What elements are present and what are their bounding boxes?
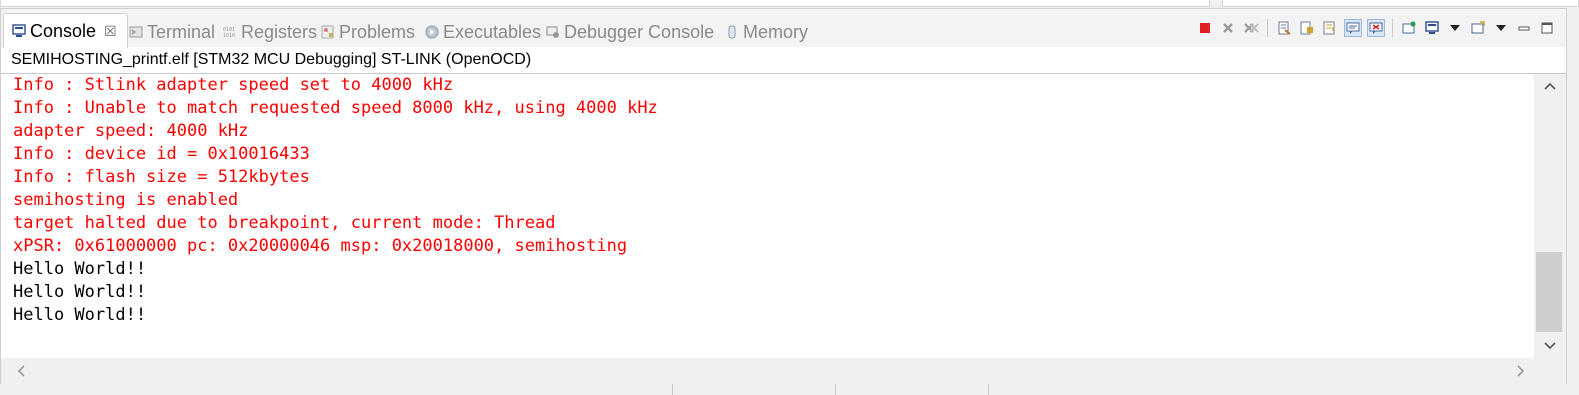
scroll-down-icon[interactable] [1534, 334, 1566, 358]
memory-icon [728, 25, 736, 39]
tab-registers-label: Registers [241, 21, 318, 42]
tab-debugger-console[interactable]: Debugger Console [546, 17, 714, 47]
tab-debugger-console-label: Debugger Console [564, 21, 715, 42]
console-line: Info : device id = 0x10016433 [13, 144, 310, 164]
scroll-lock-icon[interactable] [1298, 19, 1316, 37]
console-line: semihosting is enabled [13, 190, 239, 210]
tab-terminal[interactable]: Terminal [129, 17, 215, 47]
maximize-icon[interactable] [1538, 19, 1556, 37]
launch-title: SEMIHOSTING_printf.elf [STM32 MCU Debugg… [11, 51, 532, 68]
console-text-area[interactable]: Info : Stlink adapter speed set to 4000 … [1, 74, 1535, 327]
scroll-right-icon[interactable] [1507, 358, 1535, 384]
bottom-strip [0, 384, 1579, 395]
console-line: adapter speed: 4000 kHz [13, 121, 249, 141]
show-on-stdout-icon[interactable] [1344, 19, 1362, 37]
close-icon[interactable]: ☒ [104, 23, 117, 40]
show-on-stderr-icon[interactable] [1367, 19, 1385, 37]
clear-console-icon[interactable] [1275, 19, 1293, 37]
top-strip [0, 0, 1579, 8]
pin-console-icon[interactable] [1400, 19, 1418, 37]
tab-executables[interactable]: Executables [425, 17, 541, 47]
remove-all-terminated-icon[interactable] [1242, 19, 1260, 37]
open-console-dropdown-icon[interactable] [1492, 19, 1510, 37]
vertical-scrollbar[interactable] [1534, 74, 1566, 358]
open-console-icon[interactable] [1469, 19, 1487, 37]
console-line: xPSR: 0x61000000 pc: 0x20000046 msp: 0x2… [13, 236, 628, 256]
registers-icon: 0101 1010 [223, 27, 235, 39]
tab-console-label: Console [30, 20, 97, 41]
terminate-icon[interactable] [1196, 19, 1214, 37]
console-line: Hello World!! [13, 305, 147, 325]
tab-bar: Console ☒ Terminal 0101 1010 Registers P [1, 9, 1566, 48]
console-line: target halted due to breakpoint, current… [13, 213, 556, 233]
console-icon [12, 24, 26, 37]
console-toolbar [1196, 17, 1556, 39]
word-wrap-icon[interactable] [1321, 19, 1339, 37]
console-line: Hello World!! [13, 259, 147, 279]
console-output[interactable]: Info : Stlink adapter speed set to 4000 … [1, 74, 1535, 358]
executables-icon [425, 25, 439, 39]
problems-icon [321, 25, 334, 39]
console-line: Info : Unable to match requested speed 8… [13, 98, 658, 118]
console-line: Info : flash size = 512kbytes [13, 167, 310, 187]
svg-text:1010: 1010 [223, 33, 235, 39]
tab-executables-label: Executables [443, 21, 542, 42]
console-line: Info : Stlink adapter speed set to 4000 … [13, 75, 454, 95]
scroll-left-icon[interactable] [7, 358, 35, 384]
scrollbar-corner [1534, 358, 1566, 384]
horizontal-scrollbar[interactable] [1, 358, 1535, 384]
tab-memory-label: Memory [743, 21, 809, 42]
scroll-up-icon[interactable] [1534, 74, 1566, 98]
tab-console[interactable]: Console ☒ [3, 13, 128, 48]
tab-terminal-label: Terminal [147, 21, 216, 42]
tab-registers[interactable]: 0101 1010 Registers [223, 17, 317, 47]
toolbar-separator [1392, 19, 1393, 37]
tab-problems-label: Problems [339, 21, 416, 42]
console-view: Console ☒ Terminal 0101 1010 Registers P [0, 8, 1567, 384]
display-selected-console-icon[interactable] [1423, 19, 1441, 37]
minimize-icon[interactable] [1515, 19, 1533, 37]
display-console-dropdown-icon[interactable] [1446, 19, 1464, 37]
tab-memory[interactable]: Memory [725, 17, 808, 47]
toolbar-separator [1267, 19, 1268, 37]
remove-launch-icon[interactable] [1219, 19, 1237, 37]
debugger-console-icon [546, 26, 559, 38]
vertical-scroll-thumb[interactable] [1536, 252, 1562, 332]
terminal-icon [129, 26, 143, 38]
tab-problems[interactable]: Problems [321, 17, 415, 47]
console-line: Hello World!! [13, 282, 147, 302]
